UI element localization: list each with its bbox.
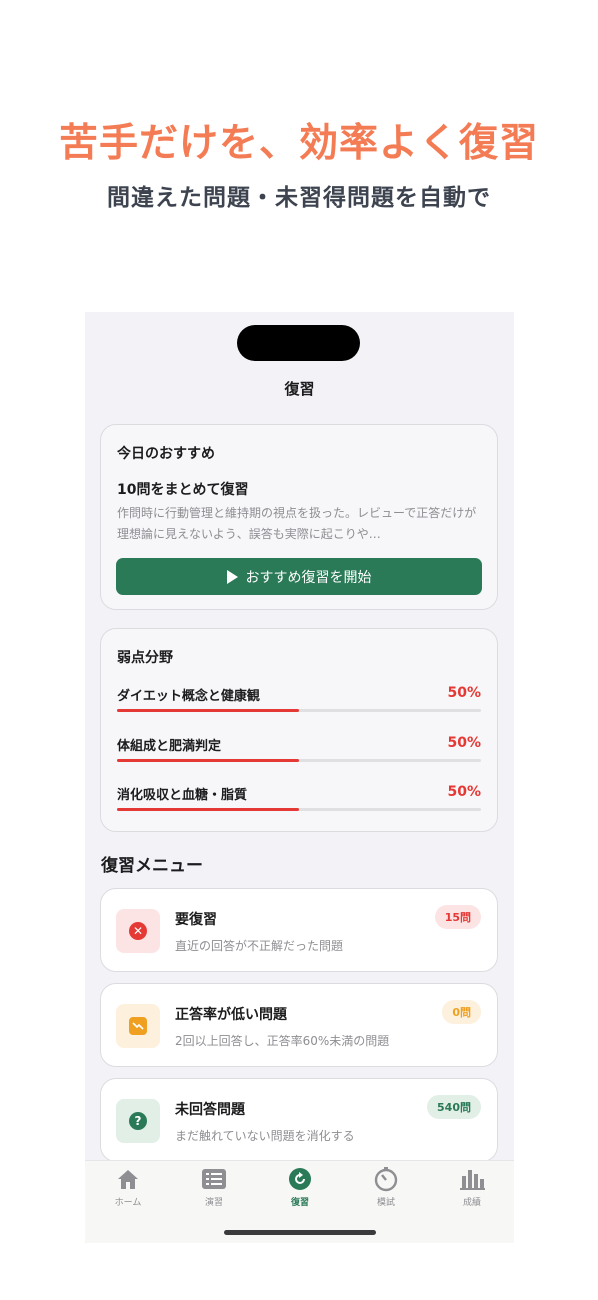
tab-label: 模試 [376,1198,395,1208]
weak-area-row[interactable]: 消化吸収と血糖・脂質 50% [117,784,481,818]
menu-icon-tile [116,1004,160,1048]
weak-area-progress-track [117,709,481,712]
count-badge: 540問 [427,1095,481,1119]
weak-areas-card: 弱点分野 ダイエット概念と健康観 50% 体組成と肥満判定 50% 消化吸収と血… [100,628,498,832]
tab-mock-exam[interactable]: 模試 [343,1167,429,1208]
weak-area-label: ダイエット概念と健康観 [117,689,260,704]
weak-area-row[interactable]: 体組成と肥満判定 50% [117,735,481,769]
play-icon [226,569,238,584]
menu-item-title: 要復習 [175,912,217,928]
menu-icon-tile: ✕ [116,909,160,953]
menu-item-title: 正答率が低い問題 [175,1007,287,1023]
weak-area-label: 体組成と肥満判定 [117,739,222,754]
weak-area-row[interactable]: ダイエット概念と健康観 50% [117,685,481,719]
home-indicator [224,1230,376,1235]
tab-label: 成績 [462,1198,481,1208]
tab-bar: ホーム 演習 復習 模試 成績 [85,1160,514,1243]
weak-area-progress-fill [117,808,299,811]
promo-banner: 苦手だけを、効率よく復習 間違えた問題・未習得問題を自動で [0,0,598,300]
tab-label: 演習 [204,1198,223,1208]
x-circle-icon: ✕ [129,922,147,940]
recommend-card: 今日のおすすめ 10問をまとめて復習 作問時に行動管理と維持期の視点を扱った。レ… [100,424,498,610]
weak-area-label: 消化吸収と血糖・脂質 [117,788,248,803]
count-badge: 15問 [434,905,481,929]
tab-review[interactable]: 復習 [257,1167,343,1208]
count-badge: 0問 [442,1000,481,1024]
weak-area-percent: 50% [447,735,481,751]
menu-icon-tile: ? [116,1099,160,1143]
tab-practice[interactable]: 演習 [171,1167,257,1208]
trend-down-icon [129,1017,147,1035]
menu-item-title: 未回答問題 [175,1102,245,1118]
review-icon [287,1167,313,1191]
weak-area-percent: 50% [447,784,481,800]
list-icon [201,1167,227,1191]
promo-subheadline: 間違えた問題・未習得問題を自動で [107,185,491,211]
recommend-title: 10問をまとめて復習 [117,482,249,498]
weak-area-progress-track [117,808,481,811]
page-title: 復習 [284,380,315,398]
menu-card-low-accuracy[interactable]: 正答率が低い問題 2回以上回答し、正答率60%未満の問題 0問 [100,983,498,1067]
home-icon [115,1167,141,1191]
start-recommended-review-button[interactable]: おすすめ復習を開始 [116,558,482,595]
menu-card-needs-review[interactable]: ✕ 要復習 直近の回答が不正解だった問題 15問 [100,888,498,972]
tab-label: ホーム [114,1198,142,1208]
promo-headline: 苦手だけを、効率よく復習 [58,121,539,166]
recommend-heading: 今日のおすすめ [117,446,215,462]
weak-area-progress-fill [117,709,299,712]
menu-item-subtitle: 2回以上回答し、正答率60%未満の問題 [175,1034,390,1048]
timer-icon [373,1167,399,1192]
menu-card-unanswered[interactable]: ? 未回答問題 まだ触れていない問題を消化する 540問 [100,1078,498,1162]
menu-item-subtitle: まだ触れていない問題を消化する [175,1129,355,1143]
recommend-description: 作問時に行動管理と維持期の視点を扱った。レビューで正答だけが理想論に見えないよう… [117,506,477,541]
tab-label: 復習 [290,1198,309,1208]
review-menu-heading: 復習メニュー [101,856,203,876]
weak-area-percent: 50% [447,685,481,701]
tab-results[interactable]: 成績 [429,1167,514,1208]
start-button-label: おすすめ復習を開始 [245,569,372,586]
chart-icon [459,1167,485,1191]
dynamic-island [237,325,360,361]
menu-item-subtitle: 直近の回答が不正解だった問題 [175,939,344,953]
weak-area-progress-track [117,759,481,762]
weak-areas-heading: 弱点分野 [117,650,173,666]
question-circle-icon: ? [129,1112,147,1130]
phone-screen: 復習 今日のおすすめ 10問をまとめて復習 作問時に行動管理と維持期の視点を扱っ… [85,312,514,1243]
tab-home[interactable]: ホーム [85,1167,171,1208]
weak-area-progress-fill [117,759,299,762]
